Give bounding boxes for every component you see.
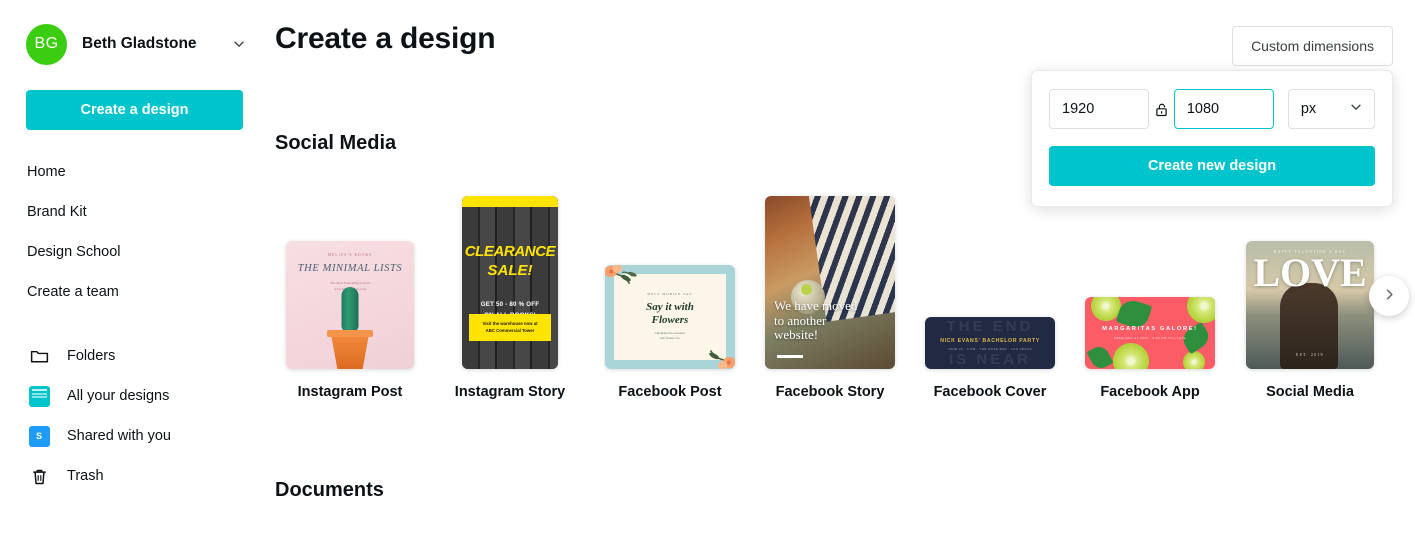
template-label: Facebook Cover: [933, 384, 1047, 400]
dimension-row: px: [1049, 89, 1375, 129]
canva-home-page: BG Beth Gladstone Create a design Home B…: [0, 0, 1415, 553]
template-label: Facebook Post: [618, 384, 722, 400]
thumb-title: MARGARITAS GALORE!: [1102, 326, 1198, 332]
thumbnail-facebook-cover: THE END IS NEAR NICK EVANS' BACHELOR PAR…: [925, 317, 1055, 369]
sidebar: BG Beth Gladstone Create a design Home B…: [0, 0, 270, 553]
chevron-right-icon: [1382, 287, 1397, 305]
cactus-shape: [341, 287, 359, 331]
custom-dimensions-button[interactable]: Custom dimensions: [1232, 26, 1393, 66]
template-card-facebook-cover[interactable]: THE END IS NEAR NICK EVANS' BACHELOR PAR…: [910, 196, 1070, 400]
thumbnail-facebook-app: MARGARITAS GALORE! FEBRUARY 21 2020 . 6:…: [1085, 297, 1215, 369]
trash-icon: [27, 464, 51, 488]
sidebar-item-folders[interactable]: Folders: [0, 336, 270, 376]
lime-shape: [801, 284, 812, 295]
thumb-ghost-top: THE END: [946, 318, 1034, 335]
height-input[interactable]: [1173, 89, 1274, 129]
thumb-subtitle: FEBRUARY 21 2020 . 6:00 PM TILL LATE: [1113, 337, 1187, 340]
template-label: Facebook Story: [775, 384, 885, 400]
flower-decoration-icon: [709, 349, 735, 369]
template-card-facebook-app[interactable]: MARGARITAS GALORE! FEBRUARY 21 2020 . 6:…: [1070, 196, 1230, 400]
width-input[interactable]: [1049, 89, 1149, 129]
template-label: Facebook App: [1100, 384, 1200, 400]
thumbnail-facebook-story: We have moved to another website!: [765, 196, 895, 369]
pot-rim-shape: [327, 330, 373, 337]
thumb-box-text: Visit the warehouse now at ABC Commercial…: [469, 313, 551, 341]
top-yellow-bar: [462, 196, 558, 207]
thumb-header: MELISA'S BOOKS: [327, 253, 373, 257]
leaf-shape: [1086, 343, 1114, 369]
sidebar-nav: Home Brand Kit Design School Create a te…: [0, 152, 270, 496]
thumb-ghost-bottom: IS NEAR: [949, 351, 1031, 368]
flower-decoration-icon: [605, 265, 637, 285]
shared-badge: S: [28, 425, 50, 447]
chevron-down-icon: [1349, 100, 1363, 118]
lime-shape: [1183, 351, 1205, 369]
thumb-name: NICK EVANS' BACHELOR PARTY: [940, 338, 1040, 344]
sidebar-item-brand-kit[interactable]: Brand Kit: [0, 192, 270, 232]
next-templates-button[interactable]: [1369, 276, 1409, 316]
thumb-date: JUNE 20 . 9 PM . THE ROSE BAR . LOS VEGA…: [947, 347, 1033, 351]
template-card-facebook-post[interactable]: MELS MOBILE TAG Say it with Flowers Celeb…: [590, 196, 750, 400]
template-card-social-media[interactable]: HAPPY VALENTINE'S DAY LOVE EST. 2019 Soc…: [1230, 196, 1390, 400]
sidebar-divider-space: [0, 312, 270, 336]
thumb-line1: CLEARANCE: [464, 243, 556, 260]
underline-bar: [777, 355, 803, 358]
unit-select[interactable]: px: [1287, 89, 1375, 129]
unlock-icon[interactable]: [1149, 101, 1174, 118]
thumb-line2: SALE!: [487, 262, 533, 279]
thumb-word: LOVE: [1253, 250, 1367, 295]
create-new-design-button[interactable]: Create new design: [1049, 146, 1375, 186]
create-a-design-button[interactable]: Create a design: [26, 90, 243, 130]
template-label: Social Media: [1266, 384, 1354, 400]
template-cards: MELISA'S BOOKS THE MINIMAL LISTS The Mos…: [270, 196, 1415, 400]
thumb-title: THE MINIMAL LISTS: [297, 263, 403, 274]
sidebar-item-shared-with-you[interactable]: S Shared with you: [0, 416, 270, 456]
folder-icon: [27, 344, 51, 368]
template-label: Instagram Post: [297, 384, 403, 400]
sidebar-item-trash[interactable]: Trash: [0, 456, 270, 496]
thumbnail-instagram-post: MELISA'S BOOKS THE MINIMAL LISTS The Mos…: [286, 241, 414, 369]
sidebar-item-all-your-designs[interactable]: All your designs: [0, 376, 270, 416]
template-card-facebook-story[interactable]: We have moved to another website! Facebook…: [750, 196, 910, 400]
section-title-documents: Documents: [275, 479, 384, 501]
thumb-text: We have moved to another website!: [774, 298, 858, 343]
template-strip: MELISA'S BOOKS THE MINIMAL LISTS The Mos…: [270, 196, 1415, 428]
thumb-footer: EST. 2019: [1296, 353, 1324, 357]
sidebar-item-design-school[interactable]: Design School: [0, 232, 270, 272]
avatar: BG: [26, 23, 67, 65]
chevron-down-icon: [232, 37, 246, 51]
sidebar-item-home[interactable]: Home: [0, 152, 270, 192]
thumb-title: Say it with Flowers: [646, 301, 694, 326]
sidebar-item-create-a-team[interactable]: Create a team: [0, 272, 270, 312]
user-account-menu[interactable]: BG Beth Gladstone: [0, 22, 270, 66]
sidebar-item-label: Folders: [67, 348, 116, 364]
custom-dimensions-popup: px Create new design: [1031, 70, 1393, 207]
thumbnail-facebook-post: MELS MOBILE TAG Say it with Flowers Celeb…: [605, 265, 735, 369]
template-card-instagram-story[interactable]: CLEARANCE SALE! GET 50 - 80 % OFFON ALL …: [430, 196, 590, 400]
sidebar-item-label: Trash: [67, 468, 104, 484]
template-card-instagram-post[interactable]: MELISA'S BOOKS THE MINIMAL LISTS The Mos…: [270, 196, 430, 400]
user-name: Beth Gladstone: [82, 35, 197, 52]
thumbnail-social-media: HAPPY VALENTINE'S DAY LOVE EST. 2019: [1246, 241, 1374, 369]
main-content: Create a design Custom dimensions px: [270, 0, 1415, 553]
sidebar-item-label: Shared with you: [67, 428, 171, 444]
designs-icon: [27, 384, 51, 408]
thumbnail-instagram-story: CLEARANCE SALE! GET 50 - 80 % OFFON ALL …: [462, 196, 558, 369]
sidebar-item-label: All your designs: [67, 388, 170, 404]
pot-shape: [331, 337, 369, 369]
shared-icon: S: [27, 424, 51, 448]
lime-shape: [1113, 343, 1149, 369]
lime-shape: [1187, 297, 1215, 323]
unit-value: px: [1300, 101, 1317, 117]
template-label: Instagram Story: [454, 384, 566, 400]
books-backdrop: [462, 196, 558, 369]
